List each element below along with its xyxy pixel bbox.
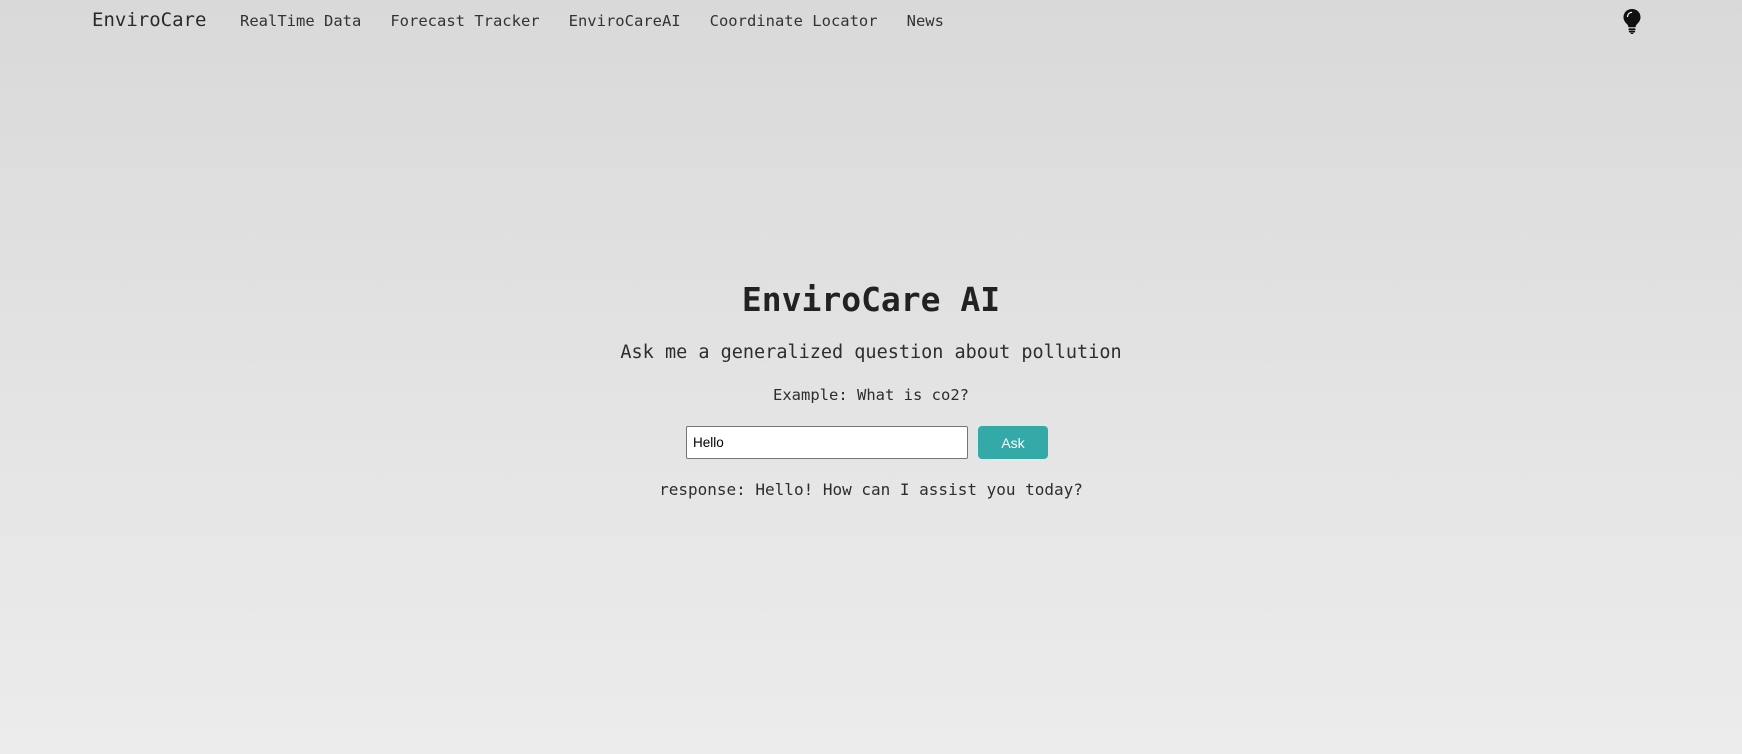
nav-link-forecast-tracker[interactable]: Forecast Tracker bbox=[390, 12, 539, 30]
example-hint: Example: What is co2? bbox=[773, 386, 969, 404]
nav-link-news[interactable]: News bbox=[907, 12, 944, 30]
question-input[interactable] bbox=[686, 426, 968, 459]
ask-form: Ask bbox=[686, 426, 1048, 459]
page-title: EnviroCare AI bbox=[741, 280, 1001, 319]
ask-button[interactable]: Ask bbox=[978, 426, 1048, 459]
response-label: response: bbox=[659, 480, 746, 499]
nav-link-envirocareai[interactable]: EnviroCareAI bbox=[569, 12, 681, 30]
response-message: Hello! How can I assist you today? bbox=[755, 480, 1083, 499]
nav-link-realtime-data[interactable]: RealTime Data bbox=[240, 12, 361, 30]
top-navbar: EnviroCare RealTime Data Forecast Tracke… bbox=[0, 0, 1742, 44]
nav-link-coordinate-locator[interactable]: Coordinate Locator bbox=[710, 12, 878, 30]
lightbulb-icon[interactable] bbox=[1622, 8, 1642, 34]
nav-links: RealTime Data Forecast Tracker EnviroCar… bbox=[240, 12, 944, 30]
brand-link[interactable]: EnviroCare bbox=[92, 9, 206, 31]
response-text: response: Hello! How can I assist you to… bbox=[0, 480, 1742, 499]
page-subtitle: Ask me a generalized question about poll… bbox=[620, 342, 1122, 363]
